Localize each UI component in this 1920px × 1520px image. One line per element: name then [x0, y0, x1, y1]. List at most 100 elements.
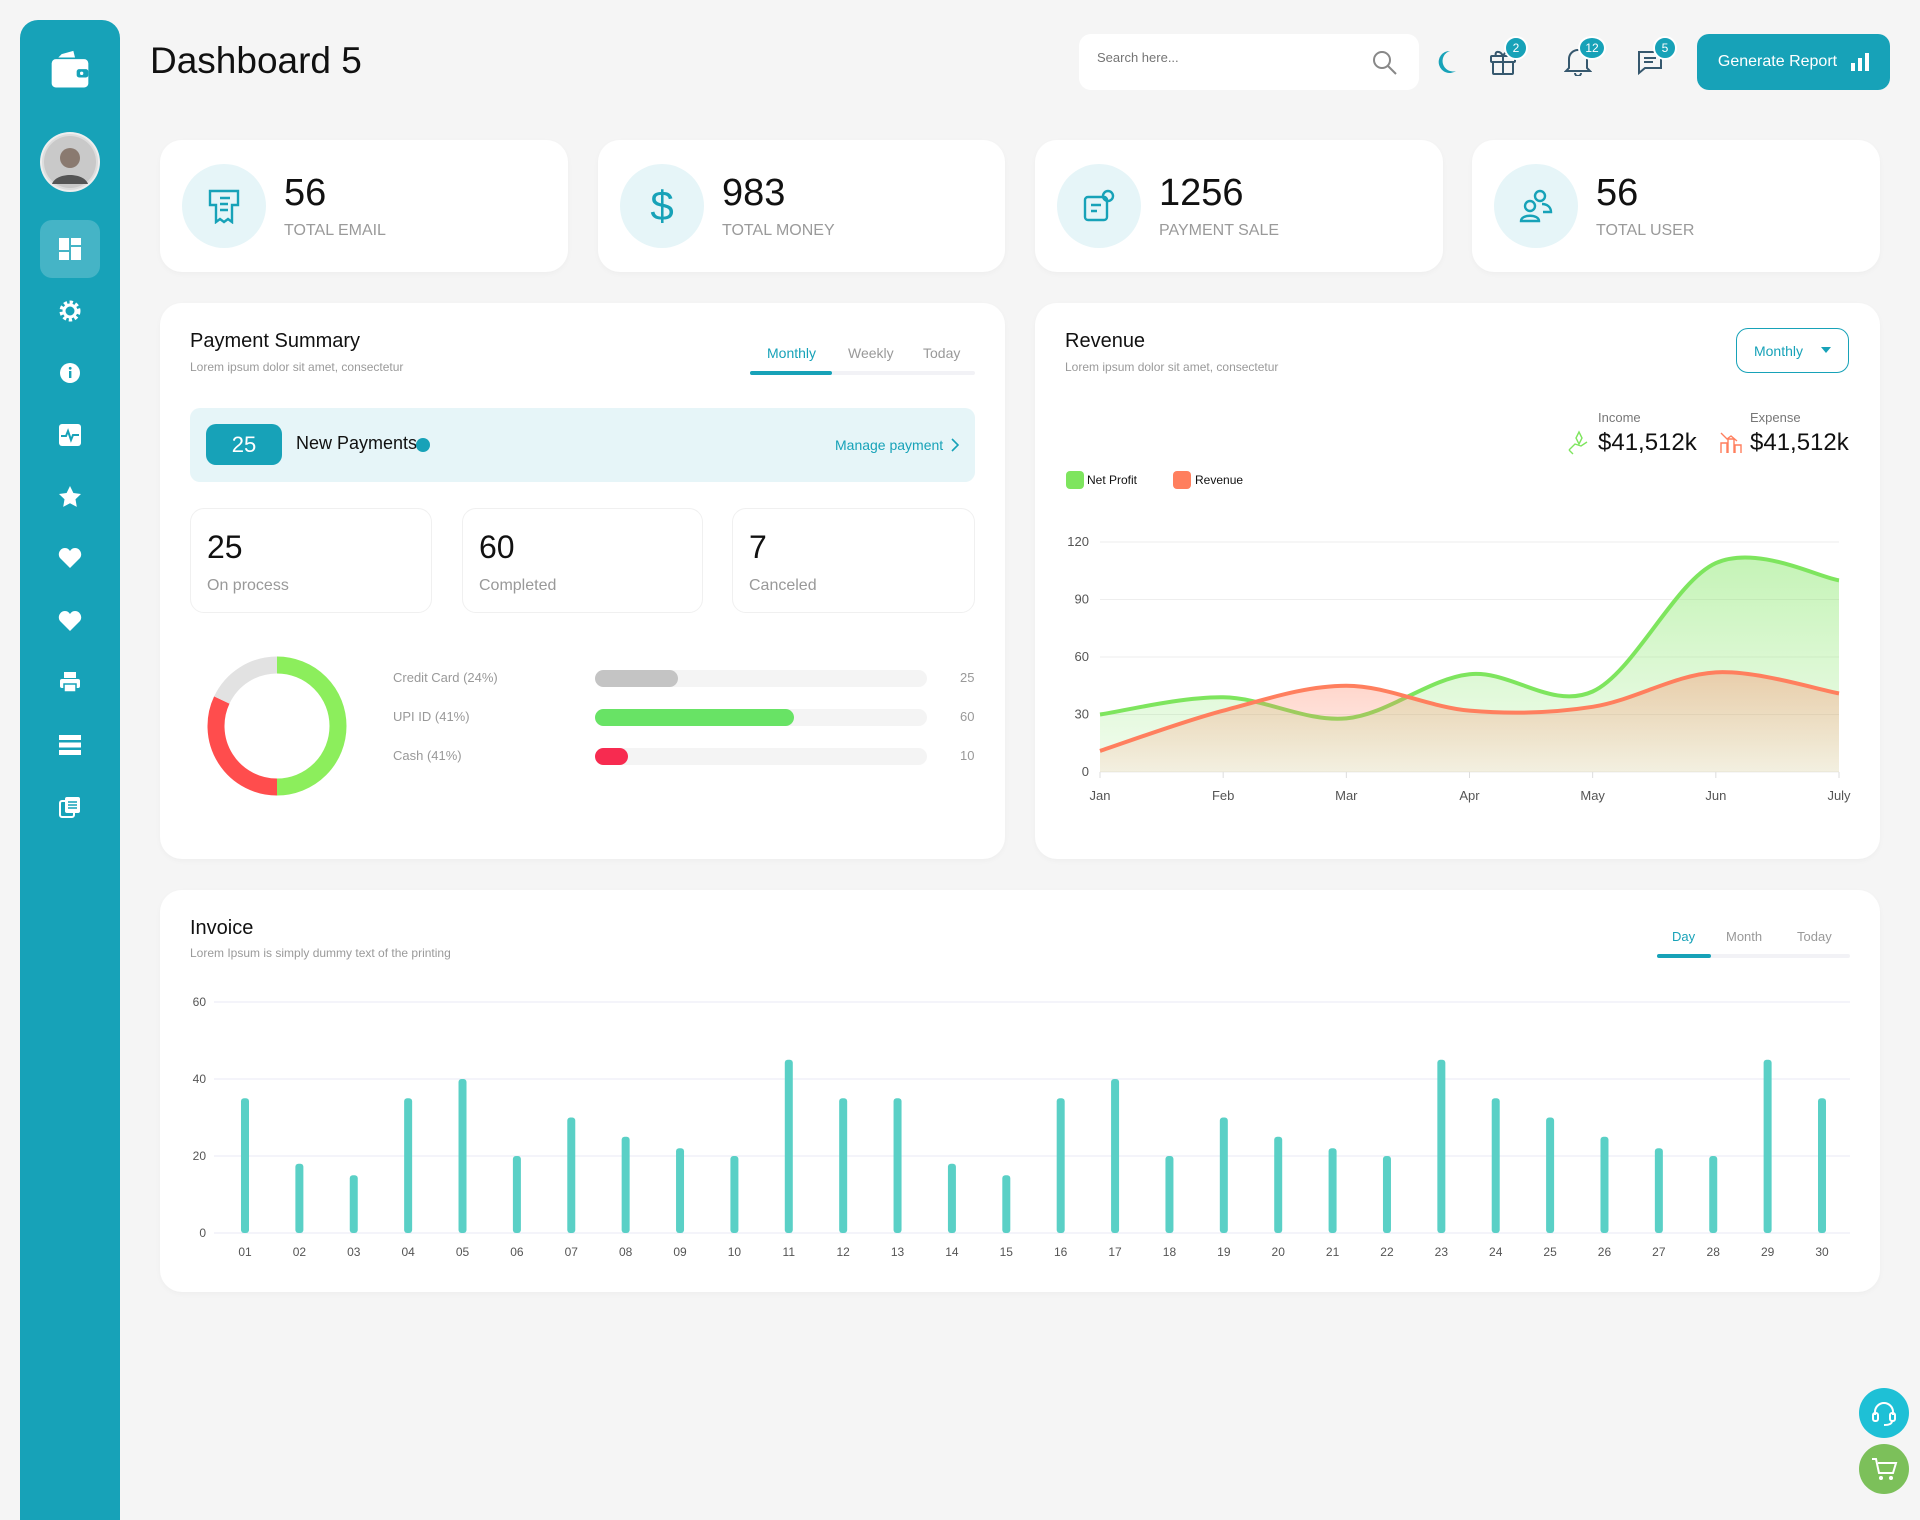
search-input[interactable] [1097, 50, 1347, 65]
period-dropdown[interactable]: Monthly [1736, 328, 1849, 373]
copy-icon[interactable] [50, 787, 90, 827]
stat-value: 983 [722, 172, 786, 214]
dashboard-icon [59, 238, 81, 260]
page-title: Dashboard 5 [150, 40, 362, 81]
expense-label: Expense [1750, 410, 1801, 425]
method-progress-bar [595, 670, 927, 687]
info-icon[interactable] [50, 353, 90, 393]
cart-button[interactable] [1859, 1444, 1909, 1494]
card-subtitle: Lorem ipsum dolor sit amet, consectetur [190, 360, 404, 374]
legend-revenue: Revenue [1195, 473, 1244, 487]
star-icon[interactable] [50, 477, 90, 517]
stat-value: 1256 [1159, 172, 1244, 214]
income-value: $41,512k [1598, 429, 1697, 456]
donut-segment [214, 656, 278, 704]
completed-box: 60 Completed [462, 508, 703, 613]
legend-swatch-revenue [1173, 471, 1191, 489]
tab-month[interactable]: Month [1726, 929, 1762, 944]
box-label: Canceled [749, 577, 817, 594]
tab-monthly[interactable]: Monthly [767, 345, 816, 361]
method-value: 10 [960, 748, 975, 763]
generate-report-label: Generate Report [1717, 53, 1838, 70]
caret-down-icon [1821, 347, 1832, 353]
card-title: Payment Summary [190, 330, 361, 352]
tab-today[interactable]: Today [1797, 929, 1832, 944]
method-progress-fill [595, 670, 678, 687]
expense-value: $41,512k [1750, 429, 1849, 456]
printer-icon[interactable] [50, 662, 90, 702]
box-value: 60 [479, 529, 515, 565]
tab-weekly[interactable]: Weekly [848, 345, 894, 361]
messages-badge: 5 [1653, 36, 1677, 60]
card-subtitle: Lorem ipsum dolor sit amet, consectetur [1065, 360, 1279, 374]
gift-button[interactable]: 2 [1488, 36, 1528, 81]
active-tab-indicator [1657, 954, 1711, 958]
gift-badge: 2 [1504, 36, 1528, 60]
stat-card-total-user: 56 TOTAL USER [1472, 140, 1880, 272]
dropdown-value: Monthly [1753, 342, 1804, 359]
payment-donut-chart [207, 656, 347, 796]
income-label: Income [1598, 410, 1641, 425]
expense-coins-icon [1720, 432, 1742, 453]
manage-payment-link[interactable]: Manage payment [835, 437, 943, 453]
method-value: 60 [960, 709, 975, 724]
sidebar-item-dashboard[interactable] [40, 220, 100, 278]
box-label: On process [207, 577, 289, 594]
heart-icon[interactable] [50, 601, 90, 641]
method-label: UPI ID (41%) [393, 709, 470, 724]
card-subtitle: Lorem Ipsum is simply dummy text of the … [190, 946, 451, 960]
activity-icon[interactable] [50, 415, 90, 455]
cart-icon [1872, 1458, 1898, 1480]
stat-label: TOTAL USER [1596, 222, 1695, 239]
new-payments-banner: 25 New Payments Manage payment [190, 408, 975, 482]
method-progress-bar [595, 709, 927, 726]
method-progress-bar [595, 748, 927, 765]
gear-icon[interactable] [50, 291, 90, 331]
tab-today[interactable]: Today [923, 345, 960, 361]
stat-value: 56 [1596, 172, 1639, 214]
stat-card-total-email: 56 TOTAL EMAIL [160, 140, 568, 272]
method-value: 25 [960, 670, 975, 685]
stat-card-payment-sale: 1256 PAYMENT SALE [1035, 140, 1443, 272]
legend-swatch-net-profit [1066, 471, 1084, 489]
notification-button[interactable]: 12 [1563, 36, 1606, 81]
headset-icon [1872, 1402, 1896, 1426]
method-label: Cash (41%) [393, 748, 462, 763]
wallet-logo-icon[interactable] [50, 50, 90, 90]
avatar[interactable] [40, 132, 100, 192]
stat-card-total-money: $ 983 TOTAL MONEY [598, 140, 1005, 272]
method-progress-fill [595, 748, 629, 765]
status-dot [416, 438, 430, 452]
method-progress-fill [595, 709, 795, 726]
canceled-box: 7 Canceled [732, 508, 975, 613]
stat-label: PAYMENT SALE [1159, 222, 1280, 239]
notification-badge: 12 [1578, 36, 1606, 60]
stat-label: TOTAL EMAIL [284, 222, 386, 239]
search-box[interactable] [1079, 34, 1419, 90]
new-payments-count: 25 [206, 424, 282, 465]
on-process-box: 25 On process [190, 508, 432, 613]
heart-icon[interactable] [50, 538, 90, 578]
generate-report-button[interactable]: Generate Report [1697, 34, 1890, 90]
revenue-card: Revenue Lorem ipsum dolor sit amet, cons… [1035, 303, 1880, 859]
list-icon[interactable] [50, 725, 90, 765]
box-label: Completed [479, 577, 557, 594]
card-title: Invoice [190, 917, 254, 939]
payment-icon [1057, 164, 1141, 248]
donut-segment [276, 656, 347, 796]
tab-day[interactable]: Day [1672, 929, 1695, 944]
chevron-right-icon[interactable] [950, 437, 960, 453]
moon-icon[interactable] [1434, 49, 1458, 75]
users-icon [1494, 164, 1578, 248]
messages-button[interactable]: 5 [1637, 36, 1677, 81]
sidebar [20, 20, 120, 1520]
card-title: Revenue [1065, 330, 1146, 352]
donut-segment [207, 696, 278, 796]
new-payments-label: New Payments [296, 433, 418, 453]
dollar-icon: $ [620, 164, 704, 248]
bar-chart-icon [1851, 53, 1870, 71]
box-value: 25 [207, 529, 243, 565]
support-button[interactable] [1859, 1388, 1909, 1438]
box-value: 7 [749, 529, 767, 565]
search-icon[interactable] [1372, 50, 1398, 76]
